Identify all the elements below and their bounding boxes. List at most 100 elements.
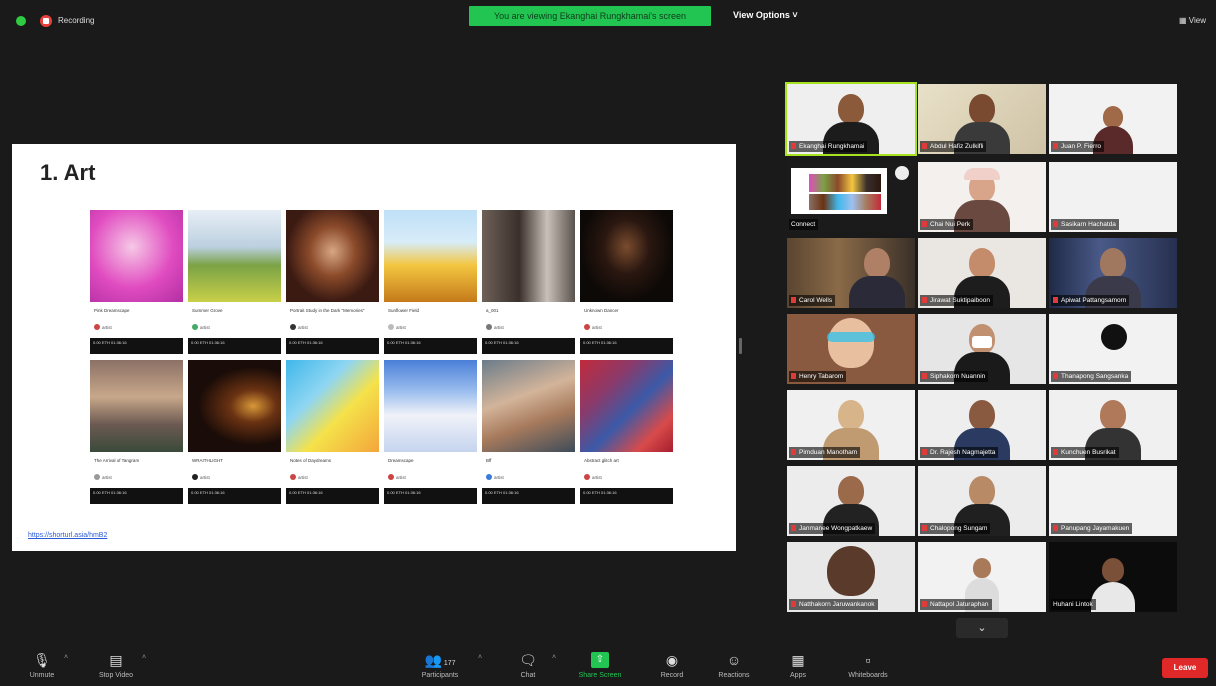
avatar xyxy=(94,474,100,480)
participant-name: Natthakorn Jaruwankanok xyxy=(789,599,878,610)
participant-avatar xyxy=(838,400,864,430)
participant-tile[interactable]: Natthakorn Jaruwankanok xyxy=(787,542,915,612)
participant-name: Connect xyxy=(789,219,819,230)
participant-name: Henry Tabarom xyxy=(789,371,847,382)
whiteboards-button[interactable]: ▫ Whiteboards xyxy=(828,646,908,679)
artwork-image xyxy=(90,210,183,302)
art-card: Dreamscape artist 0.00 ETH 01:36:16 xyxy=(384,360,477,510)
artwork-image xyxy=(188,210,281,302)
leave-button[interactable]: Leave xyxy=(1162,658,1208,678)
participants-button[interactable]: 👥 177 Participants ˄ xyxy=(400,646,482,679)
participants-count: 177 xyxy=(443,660,456,667)
participant-tile[interactable]: Chai Nui Perk xyxy=(918,162,1046,232)
participant-tile[interactable]: Nattapol Jaturaphan xyxy=(918,542,1046,612)
participant-tile[interactable]: Apiwat Pattangsamorn xyxy=(1049,238,1177,308)
participant-avatar xyxy=(863,248,890,278)
participant-tile[interactable]: Ekanghai Rungkhamai xyxy=(785,82,917,156)
participant-tile[interactable]: Dr. Rajesh Nagmajetta xyxy=(918,390,1046,460)
share-screen-button[interactable]: ⇧ Share Screen xyxy=(560,646,640,679)
mic-muted-icon xyxy=(791,143,796,149)
slide-link[interactable]: https://shorturl.asia/hmB2 xyxy=(28,532,107,539)
shield-icon[interactable] xyxy=(16,16,26,26)
participant-tile[interactable]: Sasikarn Hachatda xyxy=(1049,162,1177,232)
artwork-title: Notes of Daydreams xyxy=(290,458,332,463)
participant-name: Siphakorn Nuannin xyxy=(920,371,989,382)
artwork-price-bar: 0.00 ETH 01:36:16 xyxy=(90,338,183,354)
gallery-next-page-button[interactable]: ⌄ xyxy=(956,618,1008,638)
artwork-image xyxy=(580,360,673,452)
participants-options-caret[interactable]: ˄ xyxy=(478,654,482,661)
participant-tile[interactable]: Janmanee Wongpatkaew xyxy=(787,466,915,536)
mic-muted-icon xyxy=(922,143,927,149)
artwork-artist: artist xyxy=(486,324,504,330)
meeting-toolbar: 🎙 Unmute ˄ ▤ Stop Video ˄ 👥 177 Participa… xyxy=(0,646,1216,686)
view-options-button[interactable]: View Options ˅ xyxy=(733,10,798,20)
art-card: WRAITHLIGHT artist 0.00 ETH 01:36:16 xyxy=(188,360,281,510)
chat-button[interactable]: 🗨 Chat ˄ xyxy=(488,646,568,679)
participant-tile[interactable]: Abdul Hafiz Zulkifli xyxy=(918,84,1046,154)
avatar xyxy=(388,324,394,330)
avatar xyxy=(290,474,296,480)
participant-avatar xyxy=(973,558,991,578)
artwork-price-bar: 0.00 ETH 01:36:16 xyxy=(384,338,477,354)
mic-muted-icon xyxy=(922,601,927,607)
artwork-title: Dreamscape xyxy=(388,458,414,463)
artwork-price-bar: 0.00 ETH 01:36:16 xyxy=(482,338,575,354)
unmute-button[interactable]: 🎙 Unmute ˄ xyxy=(2,646,82,679)
artwork-artist: artist xyxy=(388,324,406,330)
mic-muted-icon xyxy=(922,373,927,379)
participant-tile[interactable]: Siphakorn Nuannin xyxy=(918,314,1046,384)
audio-options-caret[interactable]: ˄ xyxy=(64,654,68,661)
avatar xyxy=(192,324,198,330)
apps-button[interactable]: ▦ Apps xyxy=(758,646,838,679)
artwork-artist: artist xyxy=(486,474,504,480)
participant-tile[interactable]: Carol Wells xyxy=(787,238,915,308)
participant-tile[interactable]: Juan P. Fierro xyxy=(1049,84,1177,154)
participant-tile[interactable]: Chalopong Sungam xyxy=(918,466,1046,536)
split-resize-handle[interactable] xyxy=(739,338,742,354)
avatar xyxy=(290,324,296,330)
artwork-price-bar: 0.00 ETH 01:36:16 xyxy=(90,488,183,504)
artwork-artist: artist xyxy=(290,324,308,330)
participant-tile[interactable]: Jirawat Suktipaiboon xyxy=(918,238,1046,308)
avatar xyxy=(192,474,198,480)
shared-screen: 1. Art Pink Dreamscape artist 0.00 ETH 0… xyxy=(12,144,736,551)
participant-tile[interactable]: Panupang Jayamakuen xyxy=(1049,466,1177,536)
mic-muted-icon xyxy=(922,449,927,455)
participant-tile[interactable]: Connect xyxy=(787,162,915,232)
participant-tile[interactable]: Kunchuen Busrikat xyxy=(1049,390,1177,460)
artwork-image xyxy=(188,360,281,452)
mic-muted-icon xyxy=(1053,297,1058,303)
stop-video-button[interactable]: ▤ Stop Video ˄ xyxy=(76,646,156,679)
artwork-artist: artist xyxy=(388,474,406,480)
mic-muted-icon xyxy=(791,449,796,455)
participant-tile[interactable]: Thanapong Sangsanka xyxy=(1049,314,1177,384)
participant-avatar xyxy=(828,318,874,368)
chat-options-caret[interactable]: ˄ xyxy=(552,654,556,661)
participant-avatar xyxy=(838,94,864,124)
meeting-top-bar: Recording You are viewing Ekanghai Rungk… xyxy=(0,0,1216,32)
participant-tile[interactable]: Huhani Lintok xyxy=(1049,542,1177,612)
fan-logo-icon xyxy=(1101,324,1127,350)
art-card: Bff artist 0.00 ETH 01:36:16 xyxy=(482,360,575,510)
participant-tile[interactable]: Henry Tabarom xyxy=(787,314,915,384)
participant-name: Juan P. Fierro xyxy=(1051,141,1104,152)
avatar xyxy=(584,474,590,480)
participant-gallery: Ekanghai Rungkhamai Abdul Hafiz Zulkifli… xyxy=(784,82,1180,614)
artwork-price-bar: 0.00 ETH 01:36:16 xyxy=(384,488,477,504)
face-mask xyxy=(972,336,992,348)
participant-avatar xyxy=(969,476,995,506)
participant-tile[interactable]: Pimduan Manotham xyxy=(787,390,915,460)
participant-avatar xyxy=(1103,106,1123,128)
mic-muted-icon xyxy=(1053,373,1058,379)
mic-muted-icon xyxy=(1053,143,1058,149)
mic-muted-icon xyxy=(1053,221,1058,227)
artwork-image xyxy=(384,360,477,452)
view-toggle-button[interactable]: ▦ View xyxy=(1179,16,1206,25)
art-card: Sunflower Field artist 0.00 ETH 01:36:16 xyxy=(384,210,477,360)
video-options-caret[interactable]: ˄ xyxy=(142,654,146,661)
mic-muted-icon xyxy=(1053,525,1058,531)
artwork-artist: artist xyxy=(584,324,602,330)
recording-icon[interactable] xyxy=(40,15,52,27)
participant-name: Pimduan Manotham xyxy=(789,447,861,458)
